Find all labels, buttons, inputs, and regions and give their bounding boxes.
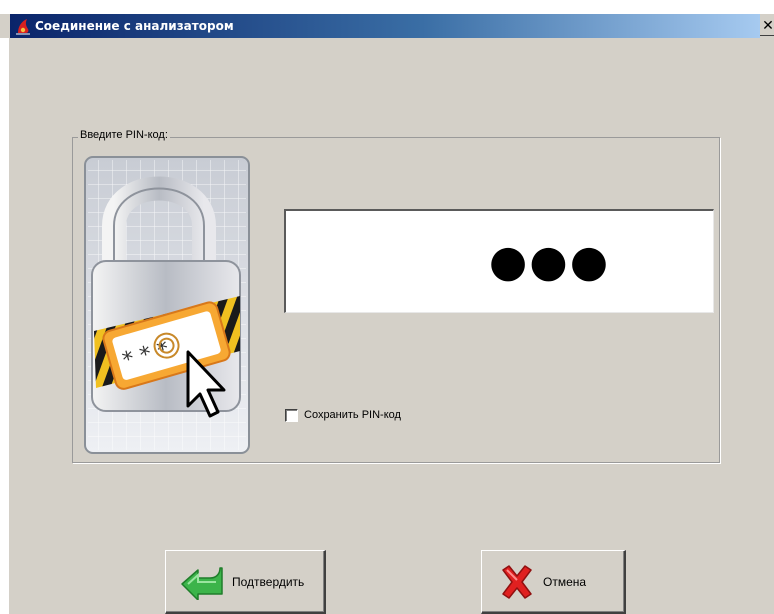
pin-masked-value: ●●● [488,235,611,287]
cancel-button[interactable]: Отмена [481,550,626,614]
app-logo-icon [16,19,30,35]
confirm-button[interactable]: Подтвердить [165,550,326,614]
save-pin-option[interactable]: Сохранить PIN-код [285,407,401,423]
pin-group-legend: Введите PIN-код: [78,129,170,141]
confirm-button-label: Подтвердить [232,574,305,589]
padlock-pin-illustration: * * * [84,156,250,454]
green-back-arrow-icon [181,566,223,600]
screen-top-strip [0,0,774,14]
pin-input[interactable]: ●●● [284,209,714,313]
save-pin-label: Сохранить PIN-код [304,409,401,421]
cancel-button-label: Отмена [543,574,587,589]
red-x-icon [502,564,532,599]
window-title: Соединение с анализатором [35,19,234,33]
save-pin-checkbox[interactable] [285,408,298,422]
screen-left-strip [0,38,9,614]
connection-dialog: Соединение с анализатором ✕ Введите PIN-… [0,0,774,614]
title-bar[interactable]: Соединение с анализатором [10,14,760,38]
close-button[interactable]: ✕ [760,17,774,36]
